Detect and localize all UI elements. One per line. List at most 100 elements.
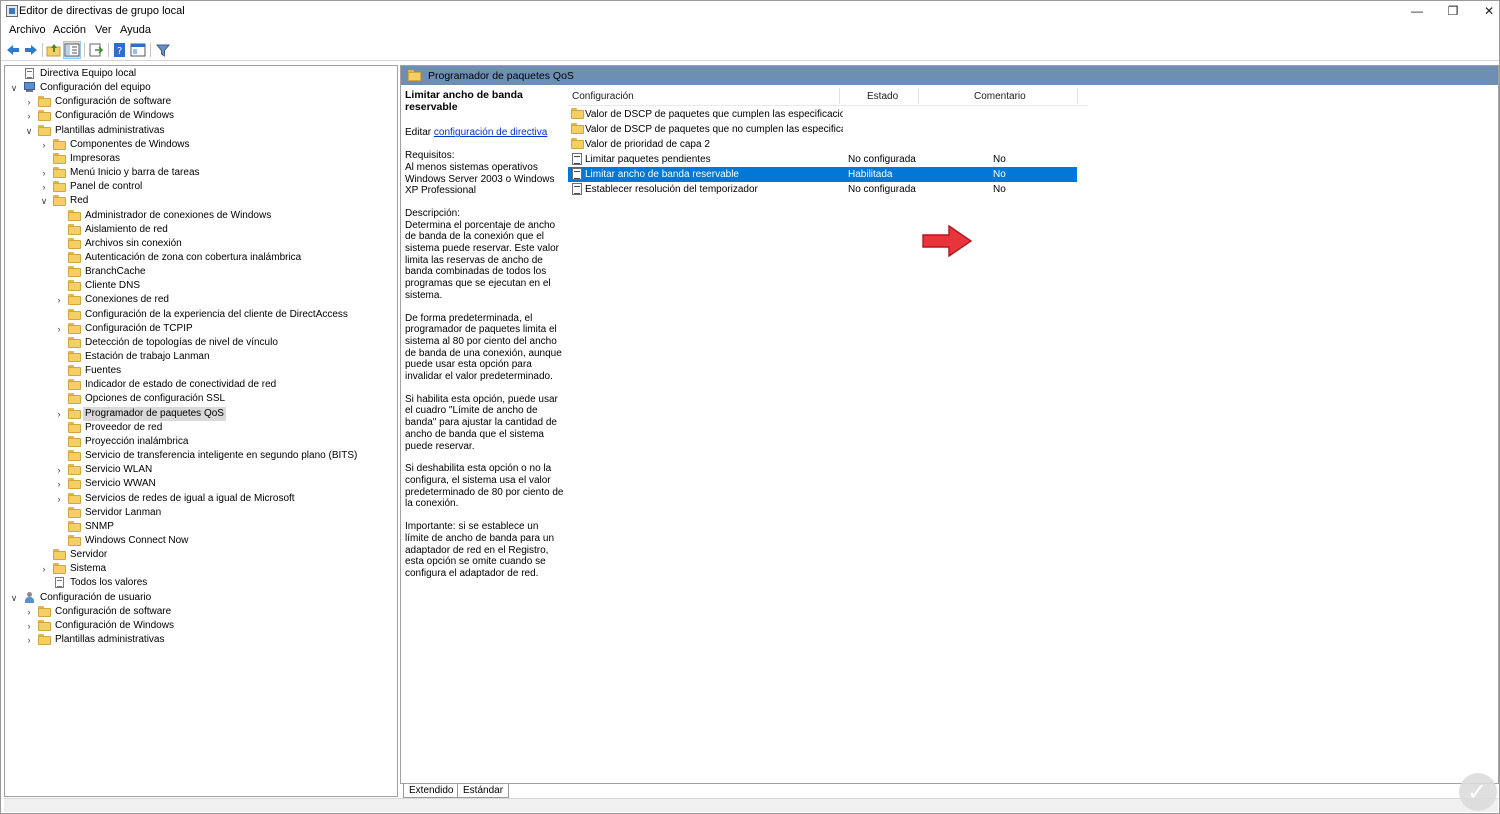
folder-up-icon[interactable]: [46, 42, 62, 58]
chevron-right-icon[interactable]: ›: [39, 180, 49, 194]
tree-item[interactable]: Servidor Lanman: [5, 506, 397, 520]
help-icon[interactable]: ?: [112, 42, 128, 58]
column-header-estado[interactable]: Estado: [867, 91, 898, 102]
tree-item[interactable]: › Sistema: [5, 562, 397, 576]
column-separator[interactable]: [839, 88, 840, 104]
expander-placeholder: [54, 223, 64, 237]
properties-icon[interactable]: [130, 42, 146, 58]
export-list-icon[interactable]: [88, 42, 104, 58]
column-separator[interactable]: [918, 88, 919, 104]
tree-item[interactable]: › Conexiones de red: [5, 293, 397, 307]
tree-item[interactable]: Todos los valores: [5, 576, 397, 590]
close-button[interactable]: ✕: [1471, 1, 1500, 22]
tree-item-label: Estación de trabajo Lanman: [85, 351, 210, 362]
tree-item[interactable]: Servicio de transferencia inteligente en…: [5, 449, 397, 463]
menu-ayuda[interactable]: Ayuda: [120, 24, 151, 36]
tree-item[interactable]: ∨ Configuración del equipo: [5, 81, 397, 95]
tree-item[interactable]: › Servicios de redes de igual a igual de …: [5, 492, 397, 506]
chevron-down-icon[interactable]: ∨: [39, 194, 49, 208]
chevron-down-icon[interactable]: ∨: [9, 81, 19, 95]
tree-item[interactable]: ∨ Red: [5, 194, 397, 208]
show-hide-tree-icon[interactable]: [63, 41, 81, 59]
tree-item[interactable]: Opciones de configuración SSL: [5, 392, 397, 406]
tree-item[interactable]: Cliente DNS: [5, 279, 397, 293]
tab-extendido[interactable]: Extendido: [403, 784, 460, 798]
tree-item[interactable]: Aislamiento de red: [5, 223, 397, 237]
list-item-policy[interactable]: Limitar paquetes pendientes No configurad…: [568, 152, 1077, 167]
chevron-right-icon[interactable]: ›: [54, 477, 64, 491]
folder-icon: [408, 70, 421, 81]
tree-item[interactable]: SNMP: [5, 520, 397, 534]
chevron-right-icon[interactable]: ›: [39, 562, 49, 576]
tree-item[interactable]: ∨ Configuración de usuario: [5, 591, 397, 605]
tree-item[interactable]: ∨ Plantillas administrativas: [5, 124, 397, 138]
chevron-right-icon[interactable]: ›: [24, 633, 34, 647]
tree-item[interactable]: Estación de trabajo Lanman: [5, 350, 397, 364]
forward-arrow-icon[interactable]: [23, 42, 39, 58]
tree-item[interactable]: › Configuración de software: [5, 605, 397, 619]
chevron-down-icon[interactable]: ∨: [24, 124, 34, 138]
tree-item[interactable]: Archivos sin conexión: [5, 237, 397, 251]
folder-icon: [571, 138, 584, 149]
chevron-right-icon[interactable]: ›: [54, 492, 64, 506]
tree-item[interactable]: › Plantillas administrativas: [5, 633, 397, 647]
tree-item[interactable]: › Programador de paquetes QoS: [5, 406, 397, 421]
filter-icon[interactable]: [155, 42, 171, 58]
tree-item[interactable]: Administrador de conexiones de Windows: [5, 209, 397, 223]
chevron-right-icon[interactable]: ›: [24, 95, 34, 109]
tree-item[interactable]: Indicador de estado de conectividad de r…: [5, 378, 397, 392]
setting-state: Habilitada: [848, 169, 893, 180]
tree-item[interactable]: › Panel de control: [5, 180, 397, 194]
tree-item[interactable]: Configuración de la experiencia del clie…: [5, 308, 397, 322]
tree-item[interactable]: › Servicio WLAN: [5, 463, 397, 477]
chevron-right-icon[interactable]: ›: [24, 605, 34, 619]
list-item-policy[interactable]: Establecer resolución del temporizador No…: [568, 182, 1077, 197]
tree-item[interactable]: Servidor: [5, 548, 397, 562]
tree-item[interactable]: Impresoras: [5, 152, 397, 166]
menu-archivo[interactable]: Archivo: [9, 24, 46, 36]
window-title: Editor de directivas de grupo local: [19, 5, 185, 17]
list-item-folder[interactable]: Valor de DSCP de paquetes que no cumplen…: [568, 122, 1077, 137]
tree-item[interactable]: Autenticación de zona con cobertura inal…: [5, 251, 397, 265]
tree-item[interactable]: Fuentes: [5, 364, 397, 378]
chevron-right-icon[interactable]: ›: [54, 463, 64, 477]
chevron-right-icon[interactable]: ›: [54, 293, 64, 307]
chevron-right-icon[interactable]: ›: [54, 322, 64, 336]
back-arrow-icon[interactable]: [5, 42, 21, 58]
expander-placeholder: [54, 506, 64, 520]
chevron-right-icon[interactable]: ›: [54, 407, 64, 421]
tree-item[interactable]: Windows Connect Now: [5, 534, 397, 548]
column-header-comentario[interactable]: Comentario: [974, 91, 1026, 102]
tree-item[interactable]: › Configuración de Windows: [5, 619, 397, 633]
chevron-down-icon[interactable]: ∨: [9, 591, 19, 605]
tree-item[interactable]: BranchCache: [5, 265, 397, 279]
edit-policy-link[interactable]: configuración de directiva: [434, 127, 547, 138]
menu-accion[interactable]: Acción: [53, 24, 86, 36]
tree-item[interactable]: Proyección inalámbrica: [5, 435, 397, 449]
tree-item[interactable]: › Menú Inicio y barra de tareas: [5, 166, 397, 180]
list-item-folder[interactable]: Valor de prioridad de capa 2: [568, 137, 1077, 152]
chevron-right-icon[interactable]: ›: [24, 109, 34, 123]
tab-estandar[interactable]: Estándar: [457, 784, 510, 798]
tree-item[interactable]: › Servicio WWAN: [5, 477, 397, 491]
column-separator[interactable]: [1077, 88, 1078, 104]
tree-item[interactable]: › Configuración de Windows: [5, 109, 397, 123]
toolbar-separator: [42, 43, 43, 57]
maximize-button[interactable]: ❐: [1435, 1, 1471, 22]
tree-item[interactable]: › Configuración de software: [5, 95, 397, 109]
tree-item[interactable]: Directiva Equipo local: [5, 67, 397, 81]
tree-item[interactable]: › Configuración de TCPIP: [5, 322, 397, 336]
chevron-right-icon[interactable]: ›: [24, 619, 34, 633]
tree-pane[interactable]: Directiva Equipo local ∨ Configuración del…: [4, 65, 398, 797]
column-header-configuracion[interactable]: Configuración: [572, 91, 634, 102]
chevron-right-icon[interactable]: ›: [39, 138, 49, 152]
list-item-folder[interactable]: Valor de DSCP de paquetes que cumplen la…: [568, 107, 1077, 122]
menu-ver[interactable]: Ver: [95, 24, 112, 36]
tree-item[interactable]: Proveedor de red: [5, 421, 397, 435]
tree-item[interactable]: › Componentes de Windows: [5, 138, 397, 152]
chevron-right-icon[interactable]: ›: [39, 166, 49, 180]
tree-item[interactable]: Detección de topologías de nivel de vínc…: [5, 336, 397, 350]
expander-placeholder: [54, 251, 64, 265]
list-item-policy[interactable]: Limitar ancho de banda reservable Habilit…: [568, 167, 1077, 182]
minimize-button[interactable]: —: [1399, 1, 1435, 22]
